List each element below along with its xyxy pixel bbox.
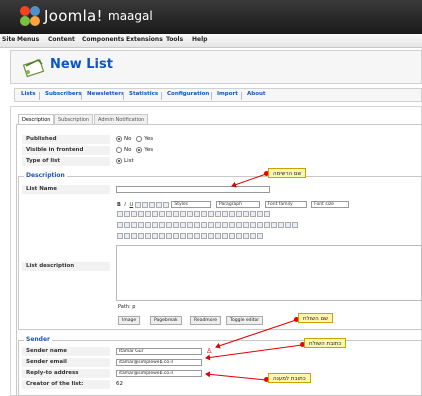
callout-reply-to: כתובת למענה xyxy=(268,373,311,383)
callout-sender-email: כתובת השולח xyxy=(304,338,347,348)
callout-list-name: שם הרשימה xyxy=(268,168,307,178)
annotation-arrows xyxy=(205,173,303,381)
callout-sender-name: שם השולח xyxy=(298,313,334,323)
